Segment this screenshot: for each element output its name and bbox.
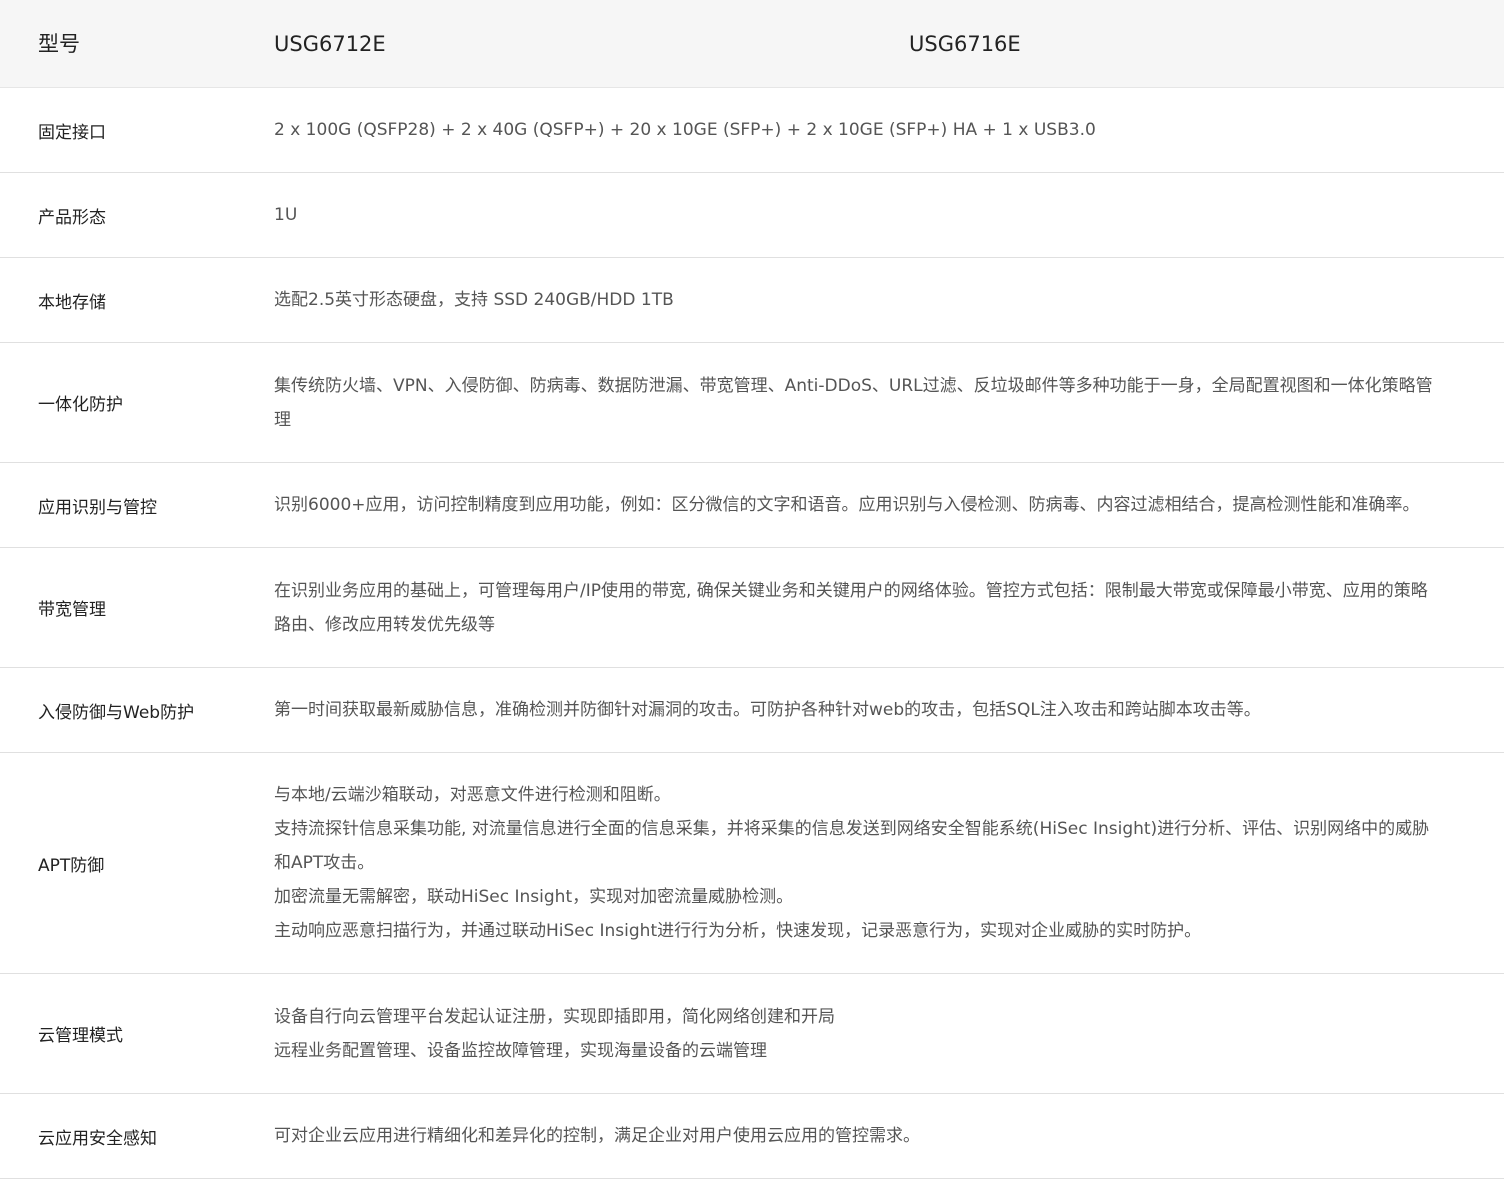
- model-name-usg6712e: USG6712E: [274, 32, 386, 56]
- table-row-intrusion-web-protection: 入侵防御与Web防护 第一时间获取最新威胁信息，准确检测并防御针对漏洞的攻击。可…: [0, 668, 1504, 753]
- row-value-line: 在识别业务应用的基础上，可管理每用户/IP使用的带宽, 确保关键业务和关键用户的…: [274, 580, 1428, 601]
- row-value-line: 1U: [274, 205, 298, 225]
- row-value-line: 2 x 100G (QSFP28) + 2 x 40G (QSFP+) + 20…: [274, 120, 1096, 140]
- row-value: 与本地/云端沙箱联动，对恶意文件进行检测和阻断。 支持流探针信息采集功能, 对流…: [274, 753, 1470, 973]
- table-row-bandwidth-management: 带宽管理 在识别业务应用的基础上，可管理每用户/IP使用的带宽, 确保关键业务和…: [0, 548, 1504, 668]
- row-label: 云应用安全感知: [38, 1128, 157, 1149]
- table-row-local-storage: 本地存储 选配2.5英寸形态硬盘，支持 SSD 240GB/HDD 1TB: [0, 258, 1504, 343]
- row-value-line: 设备自行向云管理平台发起认证注册，实现即插即用，简化网络创建和开局: [274, 1006, 835, 1027]
- row-value-line: 加密流量无需解密，联动HiSec Insight，实现对加密流量威胁检测。: [274, 887, 794, 907]
- row-label: 云管理模式: [38, 1026, 123, 1046]
- table-row-integrated-protection: 一体化防护 集传统防火墙、VPN、入侵防御、防病毒、数据防泄漏、带宽管理、Ant…: [0, 343, 1504, 463]
- row-label: 一体化防护: [38, 395, 123, 415]
- row-label: APT防御: [38, 855, 105, 876]
- row-value-line: 选配2.5英寸形态硬盘，支持 SSD 240GB/HDD 1TB: [274, 290, 674, 310]
- table-row-fixed-interfaces: 固定接口 2 x 100G (QSFP28) + 2 x 40G (QSFP+)…: [0, 88, 1504, 173]
- spec-table: 型号 USG6712E USG6716E 固定接口 2 x 100G (QSFP…: [0, 0, 1504, 1179]
- row-value-line: 支持流探针信息采集功能, 对流量信息进行全面的信息采集，并将采集的信息发送到网络…: [274, 819, 1430, 839]
- row-value-line: 理: [274, 409, 291, 430]
- row-value: 选配2.5英寸形态硬盘，支持 SSD 240GB/HDD 1TB: [274, 258, 1470, 342]
- row-label: 带宽管理: [38, 600, 106, 620]
- table-row-cloud-management: 云管理模式 设备自行向云管理平台发起认证注册，实现即插即用，简化网络创建和开局 …: [0, 974, 1504, 1094]
- row-label: 固定接口: [38, 122, 106, 143]
- row-value: 第一时间获取最新威胁信息，准确检测并防御针对漏洞的攻击。可防护各种针对web的攻…: [274, 668, 1470, 752]
- row-value-line: 集传统防火墙、VPN、入侵防御、防病毒、数据防泄漏、带宽管理、Anti-DDoS…: [274, 375, 1433, 396]
- row-value-line: 第一时间获取最新威胁信息，准确检测并防御针对漏洞的攻击。可防护各种针对web的攻…: [274, 700, 1261, 720]
- row-value: 设备自行向云管理平台发起认证注册，实现即插即用，简化网络创建和开局 远程业务配置…: [274, 974, 1470, 1093]
- row-value-line: 远程业务配置管理、设备监控故障管理，实现海量设备的云端管理: [274, 1040, 767, 1061]
- table-row-apt-defense: APT防御 与本地/云端沙箱联动，对恶意文件进行检测和阻断。 支持流探针信息采集…: [0, 753, 1504, 974]
- row-value: 2 x 100G (QSFP28) + 2 x 40G (QSFP+) + 20…: [274, 88, 1470, 172]
- table-header: 型号 USG6712E USG6716E: [0, 0, 1504, 88]
- row-value-line: 主动响应恶意扫描行为，并通过联动HiSec Insight进行行为分析，快速发现…: [274, 921, 1202, 941]
- row-value: 在识别业务应用的基础上，可管理每用户/IP使用的带宽, 确保关键业务和关键用户的…: [274, 548, 1470, 667]
- row-value-line: 识别6000+应用，访问控制精度到应用功能，例如：区分微信的文字和语音。应用识别…: [274, 495, 1420, 515]
- row-value: 识别6000+应用，访问控制精度到应用功能，例如：区分微信的文字和语音。应用识别…: [274, 463, 1470, 547]
- row-value-line: 和APT攻击。: [274, 853, 375, 873]
- row-value: 集传统防火墙、VPN、入侵防御、防病毒、数据防泄漏、带宽管理、Anti-DDoS…: [274, 343, 1470, 462]
- row-value-line: 路由、修改应用转发优先级等: [274, 614, 495, 635]
- model-name-usg6716e: USG6716E: [909, 32, 1021, 56]
- row-label: 入侵防御与Web防护: [38, 702, 195, 723]
- row-value: 可对企业云应用进行精细化和差异化的控制，满足企业对用户使用云应用的管控需求。: [274, 1094, 1470, 1178]
- model-header-label: 型号: [38, 32, 80, 56]
- row-value-line: 与本地/云端沙箱联动，对恶意文件进行检测和阻断。: [274, 785, 671, 805]
- row-label: 应用识别与管控: [38, 497, 157, 518]
- row-value: 1U: [274, 173, 1470, 257]
- row-label: 产品形态: [38, 207, 106, 228]
- row-value-line: 可对企业云应用进行精细化和差异化的控制，满足企业对用户使用云应用的管控需求。: [274, 1126, 920, 1146]
- table-row-form-factor: 产品形态 1U: [0, 173, 1504, 258]
- table-row-app-identification: 应用识别与管控 识别6000+应用，访问控制精度到应用功能，例如：区分微信的文字…: [0, 463, 1504, 548]
- row-label: 本地存储: [38, 292, 106, 313]
- table-row-cloud-app-security: 云应用安全感知 可对企业云应用进行精细化和差异化的控制，满足企业对用户使用云应用…: [0, 1094, 1504, 1179]
